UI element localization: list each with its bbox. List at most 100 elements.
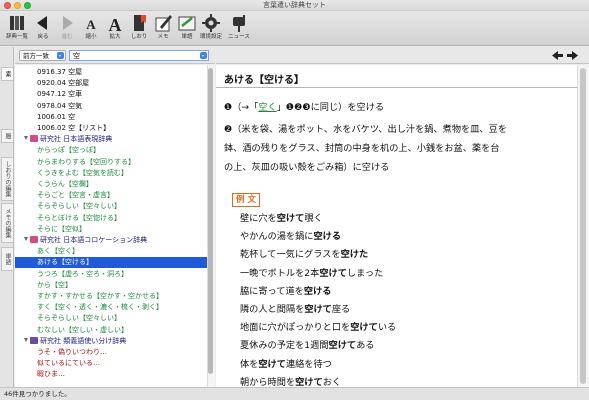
list-item[interactable]: すく【空く・透く・漉く・梳く・剥く】 [15, 302, 207, 312]
example-keyword: 空けて [319, 267, 347, 279]
example-sentence: やかんの湯を鍋に空ける [240, 231, 341, 243]
example-sentence: 乾杯して一気にグラスを空けた [240, 249, 368, 261]
title-bar: 言葉遣い辞典セット [0, 0, 589, 11]
tab-index[interactable]: 索 [1, 67, 13, 81]
example-text: ある [356, 340, 375, 352]
news-button[interactable]: ニュース [226, 13, 252, 44]
list-item-label: からまわりする【空回りする】 [37, 157, 135, 166]
status-bar: 46件見つかりました。 [0, 387, 589, 400]
list-item-label: そらとぼける【空惚ける】 [37, 213, 121, 222]
list-item-label: うそ・偽りいつわり… [37, 348, 107, 356]
example-keyword: 空ける [313, 231, 342, 243]
tab-memo-edit[interactable]: メモの編集 [1, 203, 13, 243]
list-item[interactable]: から【空】 [15, 280, 207, 290]
disclosure-triangle-icon[interactable] [24, 237, 28, 241]
entry-content: あける【空ける】 ❶（→「空く」❶❷❸に同じ）を空ける ❷（米を袋、湯をポット、… [216, 65, 577, 387]
list-item[interactable]: うそ・偽りいつわり… [15, 347, 207, 357]
bookmark-icon [134, 15, 146, 31]
definition-1-suffix: 」❶❷❸に同じ）を空ける [276, 102, 385, 113]
definition-1-prefix: ❶（→「 [224, 102, 259, 113]
list-item[interactable]: そらぞらしい【空々しい】 [15, 201, 207, 211]
list-item[interactable]: あける【空ける】 [15, 257, 207, 268]
text-enlarge-button[interactable]: A 拡大 [102, 13, 128, 44]
tab-words[interactable]: 単語 [1, 247, 13, 271]
gear-icon [202, 14, 220, 32]
example-keyword: 空けて [304, 304, 332, 315]
search-bar: 前方一致 空 [15, 47, 215, 64]
list-item[interactable]: くうきをよむ【空気を読む】 [15, 168, 207, 178]
list-item[interactable]: 似ているにている… [15, 358, 207, 368]
list-item[interactable]: むなしい【空しい・虚しい】 [15, 325, 207, 335]
list-item[interactable]: くうらん【空欄】 [15, 179, 207, 189]
memo-label: メモ [157, 34, 169, 40]
dictionary-list-button[interactable]: 辞典一覧 [4, 13, 30, 44]
list-item-label: くうきをよむ【空気を読む】 [37, 168, 128, 177]
list-item[interactable]: そらとぼける【空惚ける】 [15, 213, 207, 223]
list-item[interactable]: 0978.04 空気 [15, 101, 207, 111]
list-item[interactable]: そらごと【空言・虚言】 [15, 190, 207, 200]
word-button[interactable]: 単語 [174, 13, 200, 44]
back-label: 戻る [37, 34, 49, 40]
list-item[interactable]: からまわりする【空回りする】 [15, 157, 207, 167]
definition-1-link[interactable]: 空く [258, 102, 276, 113]
list-scrollbar-thumb[interactable] [208, 68, 213, 374]
content-scrollbar-thumb[interactable] [580, 68, 586, 384]
prev-entry-icon [552, 51, 563, 60]
toolbar: 辞典一覧 戻る 進む A 縮小 A 拡大 しおり メモ 単語 環境設定 ニュース [0, 11, 589, 46]
result-list: 0916.37 空屋 0920.04 空部屋 0947.12 空車 0978.04 空… [15, 65, 207, 387]
definition-2-line-1: ❷（米を袋、湯をポット、水をバケツ、出し汁を鍋、煮物を皿、豆を [224, 124, 507, 135]
example-text: やかんの湯を鍋に [240, 231, 314, 243]
list-item[interactable]: 0947.12 空車 [15, 89, 207, 99]
search-input[interactable]: 空 [69, 50, 209, 61]
disclosure-triangle-icon[interactable] [24, 136, 28, 141]
list-item-label: から【空】 [37, 280, 72, 289]
entry-headword: あける【空ける】 [224, 75, 304, 86]
list-item[interactable]: うつろ【虚ろ・空ろ・洞ろ】 [15, 269, 207, 279]
list-item[interactable]: そらぞらしい【空々しい】 [15, 313, 207, 323]
list-item[interactable]: すかす・すかせる【空かす・空かせる】 [15, 291, 207, 301]
example-text: 脇に寄って道を [240, 285, 304, 297]
example-sentence: 地面に穴がぽっかりと口を空けている [240, 322, 396, 334]
list-item-label: 研究社 類義語使い分け辞典 [40, 336, 127, 345]
text-shrink-label: 縮小 [85, 34, 97, 40]
bookmark-label: しおり [130, 34, 148, 40]
text-shrink-button[interactable]: A 縮小 [78, 13, 104, 44]
list-item-label: すく【空く・透く・漉く・梳く・剥く】 [37, 303, 163, 312]
back-button[interactable]: 戻る [30, 13, 56, 44]
dictionary-book-icon [30, 135, 38, 143]
example-text: いる [377, 322, 397, 334]
dictionary-group-row[interactable]: 研究社 日本語コロケーション辞典 [15, 235, 207, 245]
examples-label: 例 文 [232, 193, 260, 207]
list-item[interactable]: そらに【空似】 [15, 224, 207, 234]
definition-1: ❶（→「空く」❶❷❸に同じ）を空ける [224, 98, 384, 117]
list-item[interactable]: 0916.37 空屋 [15, 67, 207, 77]
list-item[interactable]: 暇ひま… [15, 369, 207, 379]
text-enlarge-icon: A [109, 15, 122, 33]
example-sentence: 壁に穴を空けて覗く [240, 213, 323, 225]
forward-button[interactable]: 進む [54, 13, 80, 44]
tab-bookmark-edit[interactable]: しおりの編集 [1, 157, 13, 201]
svg-text:A: A [86, 17, 96, 32]
match-mode-select[interactable]: 前方一致 [19, 50, 66, 61]
bookmark-button[interactable]: しおり [126, 13, 152, 44]
list-item[interactable]: 1006.02 空【リスト】 [15, 123, 207, 133]
tab-history[interactable]: 履 [1, 129, 13, 143]
list-item[interactable]: 1006.01 空 [15, 112, 207, 122]
list-item[interactable]: からっぽ【空っぽ】 [15, 145, 207, 155]
text-shrink-icon: A [86, 17, 96, 32]
list-item[interactable]: 0920.04 空部屋 [15, 78, 207, 88]
preferences-button[interactable]: 環境設定 [198, 13, 224, 44]
dictionary-group-row[interactable]: 研究社 類義語使い分け辞典 [15, 336, 207, 346]
example-keyword: 空けて [350, 322, 378, 334]
example-sentence: 朝から時間を空けておく [240, 377, 341, 387]
memo-button[interactable]: メモ [150, 13, 176, 44]
example-text: 壁に穴を [240, 213, 277, 224]
disclosure-triangle-icon[interactable] [24, 337, 28, 342]
example-text: しまった [346, 267, 384, 279]
example-keyword: 空ける [303, 285, 332, 297]
list-item[interactable]: あく【空く】 [15, 246, 207, 256]
dictionary-group-row[interactable]: 研究社 日本語表現辞典 [15, 134, 207, 144]
list-item-label: そらに【空似】 [37, 224, 86, 233]
search-query-text: 空 [73, 52, 80, 60]
content-nav-arrows[interactable] [550, 50, 580, 61]
